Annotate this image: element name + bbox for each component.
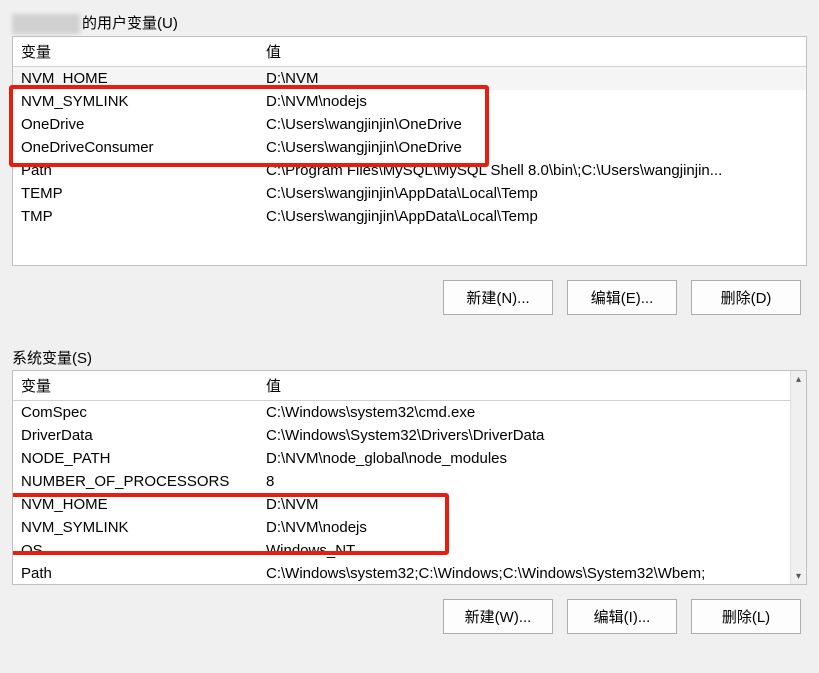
table-row[interactable]: DriverData C:\Windows\System32\Drivers\D… bbox=[13, 424, 790, 447]
edit-button[interactable]: 编辑(E)... bbox=[567, 280, 677, 315]
scroll-up-icon[interactable]: ▴ bbox=[791, 371, 806, 387]
cell-val: D:\NVM\node_global\node_modules bbox=[258, 447, 790, 470]
cell-var: NVM_HOME bbox=[13, 493, 258, 516]
table-row[interactable]: NUMBER_OF_PROCESSORS 8 bbox=[13, 470, 790, 493]
cell-val: C:\Users\wangjinjin\OneDrive bbox=[258, 136, 806, 159]
user-vars-label-text: 的用户变量(U) bbox=[82, 15, 178, 32]
edit-button[interactable]: 编辑(I)... bbox=[567, 599, 677, 634]
cell-var: Path bbox=[13, 562, 258, 585]
table-row[interactable]: NODE_PATH D:\NVM\node_global\node_module… bbox=[13, 447, 790, 470]
table-row[interactable]: NVM_SYMLINK D:\NVM\nodejs bbox=[13, 90, 806, 113]
table-header-row: 变量 值 bbox=[13, 37, 806, 67]
cell-val: C:\Program Files\MySQL\MySQL Shell 8.0\b… bbox=[258, 159, 806, 182]
system-vars-section: 系统变量(S) 变量 值 ComSpec C:\Windows\system32… bbox=[0, 335, 819, 646]
cell-val: D:\NVM bbox=[258, 67, 806, 91]
table-row[interactable]: TEMP C:\Users\wangjinjin\AppData\Local\T… bbox=[13, 182, 806, 205]
cell-var: TMP bbox=[13, 205, 258, 228]
table-header-row: 变量 值 bbox=[13, 371, 790, 401]
user-vars-label: 的用户变量(U) bbox=[12, 12, 807, 34]
user-vars-section: 的用户变量(U) 变量 值 NVM_HOME D:\NVM NVM_SYMLIN… bbox=[0, 0, 819, 327]
cell-val: C:\Windows\system32\cmd.exe bbox=[258, 401, 790, 425]
system-vars-label: 系统变量(S) bbox=[12, 347, 807, 368]
cell-var: NUMBER_OF_PROCESSORS bbox=[13, 470, 258, 493]
user-vars-table[interactable]: 变量 值 NVM_HOME D:\NVM NVM_SYMLINK D:\NVM\… bbox=[13, 37, 806, 228]
username-blurred bbox=[12, 14, 80, 34]
user-vars-table-container: 变量 值 NVM_HOME D:\NVM NVM_SYMLINK D:\NVM\… bbox=[12, 36, 807, 266]
cell-val: D:\NVM\nodejs bbox=[258, 90, 806, 113]
system-vars-table[interactable]: 变量 值 ComSpec C:\Windows\system32\cmd.exe… bbox=[13, 371, 790, 585]
col-header-variable[interactable]: 变量 bbox=[13, 371, 258, 401]
table-row[interactable]: NVM_SYMLINK D:\NVM\nodejs bbox=[13, 516, 790, 539]
cell-val: 8 bbox=[258, 470, 790, 493]
cell-var: NVM_HOME bbox=[13, 67, 258, 91]
scroll-down-icon[interactable]: ▾ bbox=[791, 568, 806, 584]
table-row[interactable]: TMP C:\Users\wangjinjin\AppData\Local\Te… bbox=[13, 205, 806, 228]
cell-var: NVM_SYMLINK bbox=[13, 516, 258, 539]
new-button[interactable]: 新建(W)... bbox=[443, 599, 553, 634]
table-row[interactable]: OneDriveConsumer C:\Users\wangjinjin\One… bbox=[13, 136, 806, 159]
cell-var: DriverData bbox=[13, 424, 258, 447]
cell-val: Windows_NT bbox=[258, 539, 790, 562]
col-header-variable[interactable]: 变量 bbox=[13, 37, 258, 67]
cell-var: OneDrive bbox=[13, 113, 258, 136]
cell-var: OneDriveConsumer bbox=[13, 136, 258, 159]
cell-val: D:\NVM\nodejs bbox=[258, 516, 790, 539]
cell-val: C:\Users\wangjinjin\AppData\Local\Temp bbox=[258, 205, 806, 228]
cell-val: C:\Users\wangjinjin\AppData\Local\Temp bbox=[258, 182, 806, 205]
system-vars-table-container: 变量 值 ComSpec C:\Windows\system32\cmd.exe… bbox=[12, 370, 807, 585]
new-button[interactable]: 新建(N)... bbox=[443, 280, 553, 315]
table-row[interactable]: ComSpec C:\Windows\system32\cmd.exe bbox=[13, 401, 790, 425]
table-row[interactable]: OS Windows_NT bbox=[13, 539, 790, 562]
col-header-value[interactable]: 值 bbox=[258, 371, 790, 401]
cell-var: NVM_SYMLINK bbox=[13, 90, 258, 113]
table-row[interactable]: Path C:\Windows\system32;C:\Windows;C:\W… bbox=[13, 562, 790, 585]
cell-val: C:\Windows\system32;C:\Windows;C:\Window… bbox=[258, 562, 790, 585]
cell-var: TEMP bbox=[13, 182, 258, 205]
scrollbar[interactable]: ▴ ▾ bbox=[790, 371, 806, 584]
system-vars-buttons: 新建(W)... 编辑(I)... 删除(L) bbox=[12, 593, 807, 640]
cell-var: OS bbox=[13, 539, 258, 562]
table-row[interactable]: Path C:\Program Files\MySQL\MySQL Shell … bbox=[13, 159, 806, 182]
cell-var: NODE_PATH bbox=[13, 447, 258, 470]
table-row[interactable]: OneDrive C:\Users\wangjinjin\OneDrive bbox=[13, 113, 806, 136]
cell-var: ComSpec bbox=[13, 401, 258, 425]
delete-button[interactable]: 删除(D) bbox=[691, 280, 801, 315]
cell-var: Path bbox=[13, 159, 258, 182]
cell-val: D:\NVM bbox=[258, 493, 790, 516]
delete-button[interactable]: 删除(L) bbox=[691, 599, 801, 634]
table-row[interactable]: NVM_HOME D:\NVM bbox=[13, 67, 806, 91]
user-vars-buttons: 新建(N)... 编辑(E)... 删除(D) bbox=[12, 274, 807, 321]
col-header-value[interactable]: 值 bbox=[258, 37, 806, 67]
table-row[interactable]: NVM_HOME D:\NVM bbox=[13, 493, 790, 516]
cell-val: C:\Windows\System32\Drivers\DriverData bbox=[258, 424, 790, 447]
cell-val: C:\Users\wangjinjin\OneDrive bbox=[258, 113, 806, 136]
